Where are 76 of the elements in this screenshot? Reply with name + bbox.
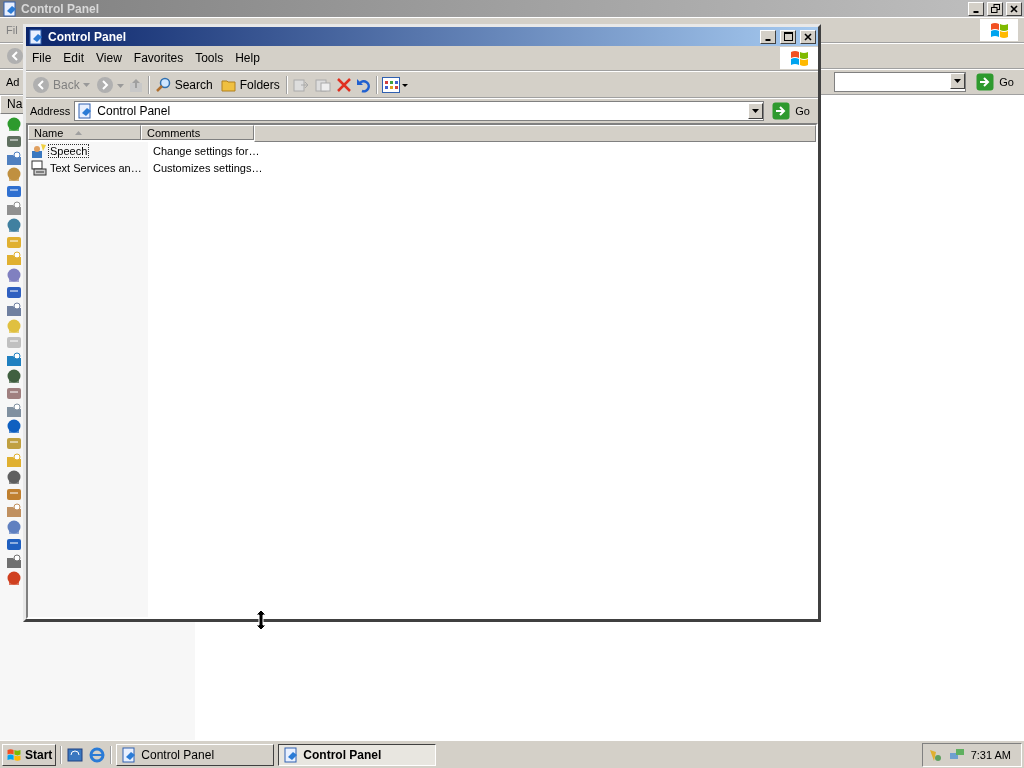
control-panel-icon — [121, 746, 138, 763]
menu-item[interactable]: Help — [229, 51, 266, 65]
column-header[interactable]: Comments — [141, 125, 254, 140]
restore-icon — [990, 4, 1000, 13]
search-button[interactable]: Search — [153, 73, 215, 96]
applet-icon[interactable] — [5, 216, 23, 233]
forward-arrow-icon[interactable] — [95, 75, 124, 94]
show-desktop-icon[interactable] — [66, 745, 85, 764]
minimize-icon — [765, 38, 771, 41]
applet-icon[interactable] — [5, 267, 23, 284]
applet-icon[interactable] — [5, 367, 23, 384]
browser-icon[interactable] — [88, 745, 107, 764]
maximize-icon — [783, 32, 793, 41]
applet-icon[interactable] — [5, 116, 23, 132]
control-panel-icon — [77, 103, 94, 119]
clock: 7:31 AM — [970, 748, 1011, 761]
close-button[interactable] — [1006, 1, 1022, 16]
applet-icon[interactable] — [5, 468, 23, 485]
go-button[interactable]: Go — [768, 102, 814, 120]
applet-icon[interactable] — [5, 149, 23, 166]
close-icon — [1010, 4, 1018, 13]
start-button[interactable]: Start — [2, 743, 57, 766]
close-icon — [804, 32, 812, 41]
menu-item[interactable]: View — [90, 51, 128, 65]
menu-item[interactable]: Favorites — [127, 51, 190, 65]
address-label: Ad — [6, 76, 20, 88]
windows-flag-icon — [6, 746, 22, 763]
applet-icon[interactable] — [5, 401, 23, 418]
speaking-person-icon — [31, 142, 47, 159]
restore-button[interactable] — [987, 1, 1003, 16]
column-header[interactable]: Name — [28, 125, 141, 140]
delete-icon[interactable] — [335, 76, 352, 93]
taskbar-button[interactable]: Control Panel — [116, 743, 275, 766]
address-value: Control Panel — [97, 104, 172, 118]
control-panel-icon — [283, 746, 300, 763]
maximize-button[interactable] — [780, 29, 796, 44]
keyboard-icon — [31, 159, 47, 176]
applet-icon[interactable] — [5, 569, 23, 586]
window-title: Control Panel — [48, 29, 127, 44]
item-name[interactable]: Text Services an… — [48, 160, 144, 175]
minimize-button[interactable] — [760, 29, 776, 44]
search-icon — [155, 76, 172, 93]
column-header[interactable]: Na — [0, 95, 25, 114]
minimize-icon — [973, 10, 979, 13]
control-panel-icon — [28, 28, 44, 45]
applet-icon[interactable] — [5, 502, 23, 519]
applet-icon[interactable] — [5, 351, 23, 368]
applet-icon[interactable] — [5, 200, 23, 216]
menu-item[interactable]: Tools — [189, 51, 230, 65]
caret-icon — [752, 109, 760, 113]
address-label: Address — [30, 105, 71, 117]
go-button[interactable]: Go — [972, 73, 1018, 91]
undo-icon[interactable] — [355, 76, 372, 93]
menu-item[interactable]: File — [26, 51, 58, 65]
window-title: Control Panel — [21, 1, 100, 16]
caret-icon — [954, 79, 962, 83]
applet-icon[interactable] — [5, 519, 23, 536]
applet-icon[interactable] — [5, 300, 23, 317]
applet-icon[interactable] — [5, 552, 23, 569]
caret-icon — [82, 82, 90, 87]
control-panel-icon — [2, 0, 18, 17]
dropdown-button[interactable] — [950, 73, 966, 89]
views-icon[interactable] — [381, 75, 408, 94]
dropdown-button[interactable] — [748, 103, 764, 119]
item-comment: Customizes settings… — [152, 161, 263, 174]
applet-icon[interactable] — [5, 183, 23, 200]
taskbar-button[interactable]: Control Panel — [278, 743, 437, 766]
address-field[interactable] — [834, 72, 967, 92]
minimize-button[interactable] — [968, 1, 984, 16]
applet-icon[interactable] — [5, 418, 23, 435]
folders-button[interactable]: Folders — [218, 73, 282, 96]
address-field[interactable]: Control Panel — [74, 101, 765, 121]
close-button[interactable] — [800, 29, 816, 44]
item-comment: Change settings for… — [152, 144, 260, 157]
menu-item[interactable]: Edit — [57, 51, 91, 65]
item-name[interactable]: Speech — [48, 143, 90, 158]
